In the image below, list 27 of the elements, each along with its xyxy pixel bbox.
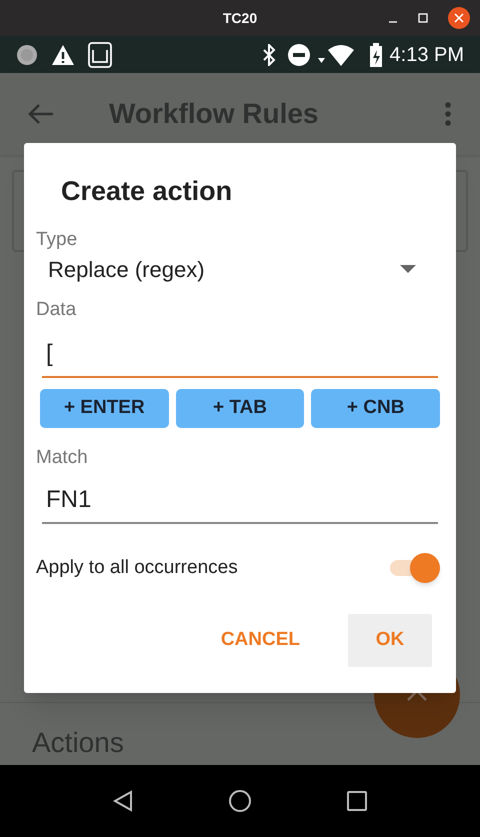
- back-icon[interactable]: [112, 790, 134, 812]
- status-time: 4:13 PM: [390, 42, 464, 68]
- recents-icon[interactable]: [346, 790, 368, 812]
- dialog-title: Create action: [61, 175, 234, 207]
- device-icon: [88, 42, 112, 68]
- do-not-disturb-icon: [288, 44, 310, 66]
- battery-icon: [370, 42, 382, 66]
- bluetooth-icon: [262, 44, 276, 66]
- maximize-icon[interactable]: [418, 13, 428, 23]
- field-label: Type: [36, 228, 78, 252]
- close-icon[interactable]: [448, 7, 470, 29]
- insert-button[interactable]: + TAB: [176, 389, 304, 428]
- window-title: TC20: [222, 8, 258, 28]
- toggle-switch[interactable]: [388, 552, 440, 584]
- type-dropdown[interactable]: Replace (regex): [48, 254, 416, 284]
- field-label: Match: [36, 446, 89, 470]
- input-field[interactable]: [: [42, 336, 438, 378]
- field-label: Data: [36, 298, 78, 322]
- section-heading: Actions: [32, 729, 125, 757]
- insert-button[interactable]: + CNB: [311, 389, 440, 428]
- insert-button[interactable]: + ENTER: [40, 389, 169, 428]
- toggle-label: Apply to all occurrences: [36, 556, 238, 580]
- loading-icon: [16, 44, 38, 66]
- home-icon[interactable]: [228, 789, 252, 813]
- warning-icon: [51, 44, 75, 66]
- dropdown-caret-icon: [400, 265, 416, 273]
- input-field[interactable]: FN1: [42, 482, 438, 524]
